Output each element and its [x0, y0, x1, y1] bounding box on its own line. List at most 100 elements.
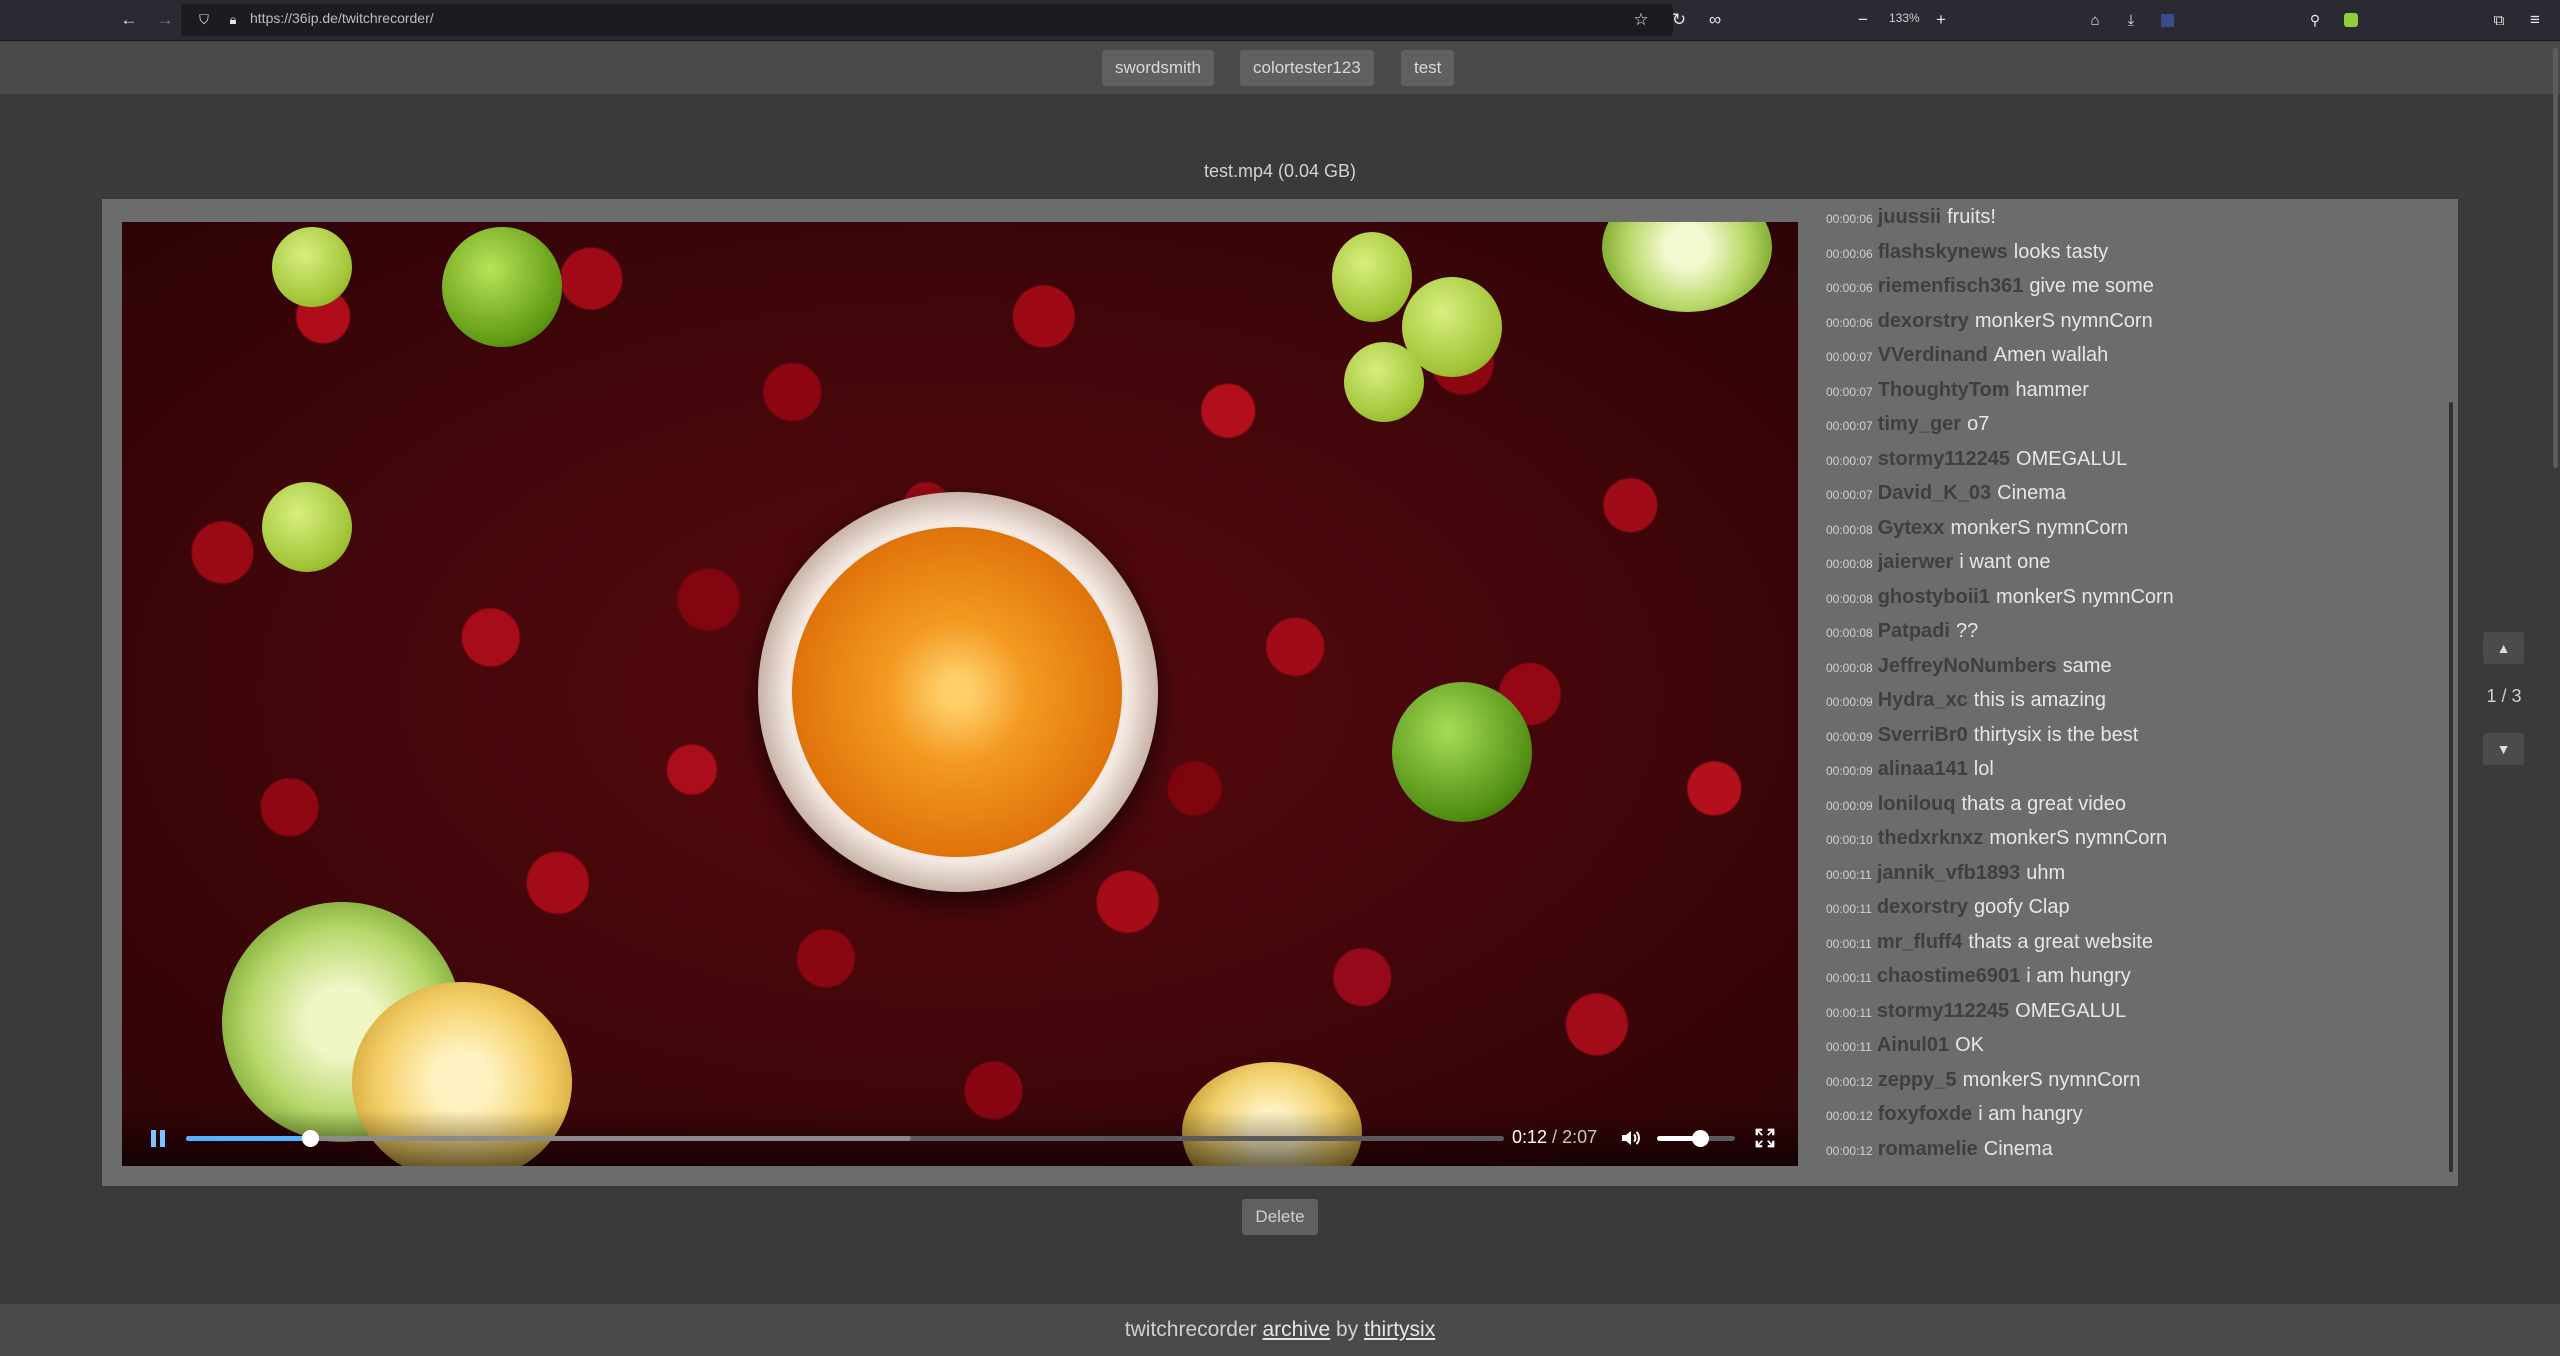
chat-timestamp: 00:00:06: [1826, 315, 1873, 330]
chat-message: 00:00:11 dexorstry goofy Clap: [1826, 893, 2446, 928]
chat-text: Cinema: [1997, 482, 2067, 504]
chat-username[interactable]: Hydra_xc: [1878, 689, 1968, 711]
video-orange-slice: [792, 527, 1122, 857]
chat-username[interactable]: foxyfoxde: [1878, 1103, 1972, 1125]
author-link[interactable]: thirtysix: [1364, 1318, 1435, 1341]
browser-toolbar: ← → ⛉ 🔒︎ https://36ip.de/twitchrecorder/…: [0, 0, 2560, 41]
pocket-icon[interactable]: ⌂: [2084, 9, 2106, 31]
chat-text: thats a great website: [1968, 930, 2153, 953]
chat-timestamp: 00:00:06: [1826, 246, 1873, 261]
addon-icon[interactable]: ⚲: [2304, 9, 2326, 31]
chat-username[interactable]: timy_ger: [1878, 413, 1961, 435]
bookmark-star-icon[interactable]: ☆: [1630, 9, 1652, 31]
zoom-level[interactable]: 133%: [1889, 11, 1920, 25]
chat-text: thats a great video: [1961, 792, 2127, 815]
chat-username[interactable]: juussii: [1878, 206, 1941, 228]
chat-username[interactable]: dexorstry: [1877, 896, 1968, 918]
nav-button-test[interactable]: test: [1401, 50, 1455, 86]
chat-scrollbar[interactable]: [2449, 402, 2453, 1172]
chat-text: fruits!: [1947, 206, 1996, 228]
chat-username[interactable]: lonilouq: [1878, 793, 1956, 815]
chat-username[interactable]: flashskynews: [1878, 241, 2008, 263]
chat-timestamp: 00:00:11: [1826, 1040, 1872, 1054]
chat-timestamp: 00:00:08: [1826, 591, 1873, 606]
chat-message: 00:00:07 timy_ger o7: [1826, 410, 2446, 445]
chat-username[interactable]: zeppy_5: [1878, 1069, 1957, 1091]
chat-text: thirtysix is the best: [1973, 723, 2139, 746]
chat-username[interactable]: ghostyboii1: [1878, 586, 1990, 608]
chat-timestamp: 00:00:06: [1826, 281, 1873, 295]
chat-username[interactable]: dexorstry: [1878, 310, 1969, 332]
chat-username[interactable]: mr_fluff4: [1877, 931, 1963, 953]
forward-icon[interactable]: →: [154, 9, 176, 31]
chat-message: 00:00:07 stormy112245 OMEGALUL: [1826, 445, 2446, 480]
chat-username[interactable]: thedxrknxz: [1878, 827, 1984, 849]
zoom-out-icon[interactable]: −: [1852, 9, 1874, 31]
video-grape: [1332, 232, 1412, 322]
chat-username[interactable]: jaierwer: [1878, 551, 1954, 573]
volume-thumb[interactable]: [1691, 1130, 1709, 1147]
extension-square-icon[interactable]: [2156, 9, 2178, 31]
chat-message: 00:00:11 Ainul01 OK: [1826, 1031, 2446, 1066]
addon-green-icon[interactable]: [2340, 9, 2362, 31]
chat-text: this is amazing: [1973, 689, 2107, 711]
chat-timestamp: 00:00:07: [1826, 350, 1873, 364]
shield-icon[interactable]: ⛉: [193, 9, 215, 31]
chat-username[interactable]: stormy112245: [1878, 448, 2010, 470]
lock-icon[interactable]: 🔒︎: [222, 9, 244, 31]
volume-slider[interactable]: [1657, 1130, 1735, 1147]
page-scrollbar[interactable]: [2553, 48, 2558, 468]
chat-username[interactable]: VVerdinand: [1878, 344, 1988, 366]
archive-link[interactable]: archive: [1262, 1318, 1330, 1341]
pause-icon-bar: [160, 1129, 165, 1147]
chat-username[interactable]: JeffreyNoNumbers: [1878, 655, 2057, 677]
chat-message: 00:00:12 zeppy_5 monkerS nymnCorn: [1826, 1066, 2446, 1101]
chat-timestamp: 00:00:08: [1826, 522, 1873, 537]
chat-username[interactable]: stormy112245: [1877, 1000, 2009, 1022]
chat-username[interactable]: Patpadi: [1878, 620, 1950, 642]
chat-username[interactable]: Ainul01: [1877, 1034, 1949, 1056]
delete-button[interactable]: Delete: [1242, 1199, 1318, 1235]
chat-message: 00:00:09 alinaa141 lol: [1826, 755, 2446, 790]
nav-button-colortester123[interactable]: colortester123: [1240, 50, 1374, 86]
menu-icon[interactable]: ≡: [2524, 9, 2546, 31]
chat-timestamp: 00:00:11: [1826, 936, 1872, 951]
chat-timestamp: 00:00:07: [1826, 453, 1873, 468]
chat-text: uhm: [2026, 861, 2066, 884]
page-down-button[interactable]: ▼: [2483, 733, 2524, 765]
fullscreen-icon[interactable]: [1754, 1127, 1776, 1149]
chat-username[interactable]: jannik_vfb1893: [1877, 862, 2020, 884]
nav-button-swordsmith[interactable]: swordsmith: [1102, 50, 1214, 86]
chat-timestamp: 00:00:07: [1826, 419, 1873, 433]
pause-button[interactable]: [146, 1126, 170, 1150]
chat-username[interactable]: SverriBr0: [1878, 724, 1968, 746]
chat-username[interactable]: chaostime6901: [1877, 965, 2020, 987]
chat-username[interactable]: ThoughtyTom: [1878, 379, 2010, 401]
chat-username[interactable]: David_K_03: [1878, 482, 1991, 504]
url-text[interactable]: https://36ip.de/twitchrecorder/: [250, 10, 434, 26]
chat-timestamp: 00:00:09: [1826, 729, 1873, 744]
seek-thumb[interactable]: [301, 1130, 319, 1147]
extensions-icon[interactable]: ⧉: [2488, 9, 2510, 31]
chat-text: OMEGALUL: [2016, 447, 2128, 470]
chat-message: 00:00:08 JeffreyNoNumbers same: [1826, 652, 2446, 687]
zoom-in-icon[interactable]: +: [1930, 9, 1952, 31]
chat-username[interactable]: alinaa141: [1878, 758, 1968, 780]
chat-username[interactable]: riemenfisch361: [1878, 275, 2024, 297]
chat-text: monkerS nymnCorn: [1995, 585, 2174, 608]
video-player[interactable]: [122, 222, 1798, 1166]
chat-message: 00:00:11 mr_fluff4 thats a great website: [1826, 928, 2446, 963]
download-icon[interactable]: ⤓: [2120, 9, 2142, 31]
chat-log[interactable]: 00:00:06 juussii fruits! 00:00:06 flashskyne…: [1826, 203, 2446, 1168]
reload-icon[interactable]: ↻: [1668, 9, 1690, 31]
extension-icon[interactable]: ∞: [1704, 9, 1726, 31]
back-icon[interactable]: ←: [118, 9, 140, 31]
chat-username[interactable]: Gytexx: [1878, 517, 1945, 539]
chat-text: lol: [1973, 758, 1994, 780]
streamer-nav: swordsmith colortester123 test: [0, 42, 2560, 94]
chat-username[interactable]: romamelie: [1878, 1138, 1978, 1160]
seek-bar[interactable]: [186, 1130, 1504, 1147]
volume-icon[interactable]: [1619, 1126, 1643, 1150]
current-time: 0:12: [1512, 1127, 1548, 1147]
page-up-button[interactable]: ▲: [2483, 632, 2524, 664]
